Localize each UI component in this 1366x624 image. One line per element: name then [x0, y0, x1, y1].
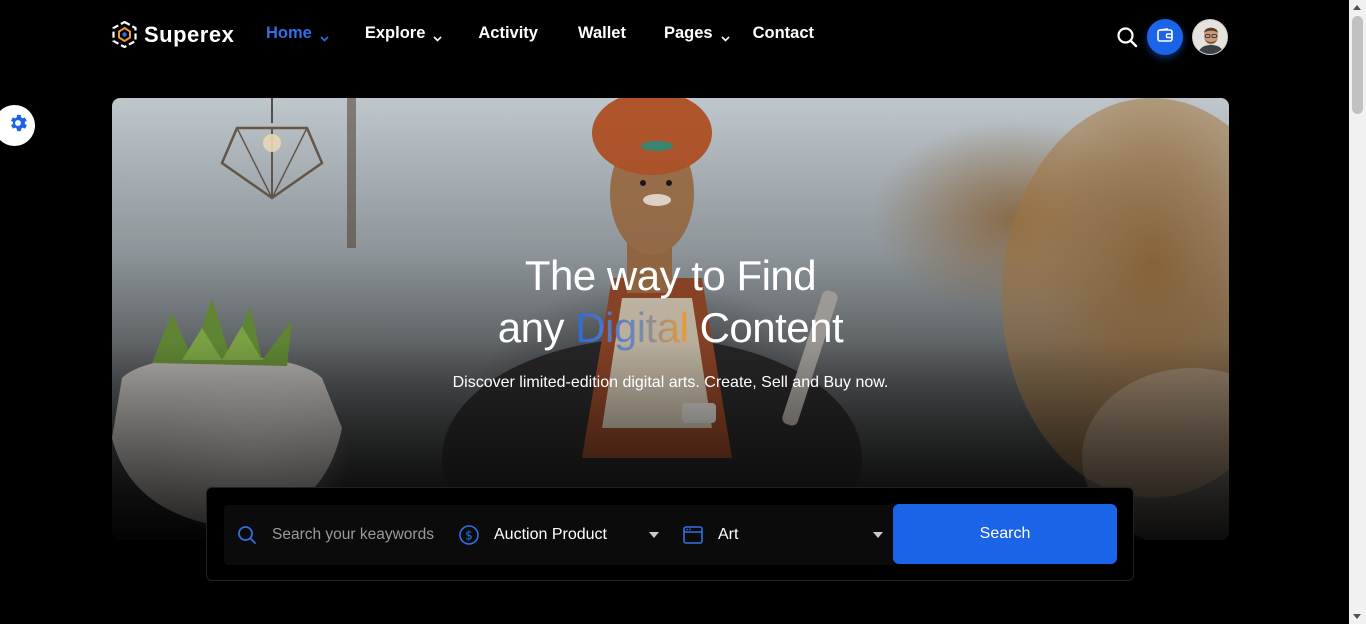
chevron-down-icon — [320, 29, 329, 42]
keyword-search-field[interactable]: Search your keaywords — [236, 505, 434, 565]
nav-wallet[interactable]: Wallet — [578, 24, 626, 43]
wallet-icon — [1157, 27, 1173, 47]
nav-label: Activity — [478, 24, 538, 42]
search-panel: Search your keaywords $ Auction Product … — [206, 487, 1134, 581]
hero-title-line1: The way to Find — [524, 252, 817, 299]
hero-title: The way to Find any Digital Content — [112, 250, 1229, 354]
category-select[interactable]: $ Auction Product — [458, 505, 607, 565]
hero-text: The way to Find any Digital Content Disc… — [112, 250, 1229, 392]
caret-down-icon[interactable] — [649, 532, 659, 538]
dollar-coin-icon: $ — [458, 524, 480, 546]
hero-subtitle: Discover limited-edition digital arts. C… — [452, 374, 889, 391]
nav-label: Pages — [663, 24, 713, 42]
page-scrollbar[interactable] — [1349, 0, 1366, 624]
hero-banner: The way to Find any Digital Content Disc… — [112, 98, 1229, 540]
nav-label: Home — [266, 24, 312, 42]
chevron-down-icon — [721, 29, 730, 42]
chevron-down-icon — [433, 29, 442, 42]
nav-explore[interactable]: Explore — [365, 24, 443, 43]
scrollbar-thumb[interactable] — [1352, 16, 1363, 114]
type-select[interactable]: Art — [682, 505, 738, 565]
hero-title-highlight: Digital — [575, 304, 689, 351]
hexagon-cube-logo-icon — [112, 20, 137, 49]
scroll-down-icon[interactable] — [1353, 614, 1361, 619]
svg-text:$: $ — [465, 529, 473, 543]
user-avatar[interactable] — [1192, 19, 1228, 55]
wallet-button[interactable] — [1147, 19, 1183, 55]
search-icon[interactable] — [1115, 25, 1139, 49]
nav-label: Explore — [364, 24, 426, 42]
nav-pages[interactable]: Pages — [664, 24, 730, 43]
category-value: Auction Product — [494, 526, 607, 543]
header-actions — [1115, 19, 1228, 55]
nav-label: Contact — [752, 24, 815, 42]
browser-window-icon — [682, 524, 704, 546]
settings-toggle[interactable] — [0, 105, 35, 146]
hero-title-suffix: Content — [688, 304, 844, 351]
nav-label: Wallet — [577, 24, 626, 42]
main-nav: Home Explore Activity Wallet Pages Conta… — [266, 24, 850, 43]
nav-contact[interactable]: Contact — [753, 24, 814, 43]
nav-home[interactable]: Home — [266, 24, 329, 43]
hero-title-prefix: any — [497, 304, 576, 351]
nav-activity[interactable]: Activity — [478, 24, 538, 43]
brand-name: Superex — [144, 21, 235, 47]
caret-down-icon[interactable] — [873, 532, 883, 538]
site-header: Superex Home Explore Activity Wallet Pag… — [0, 0, 1344, 70]
search-submit-button[interactable]: Search — [893, 504, 1117, 564]
gear-icon — [7, 112, 29, 139]
search-icon — [236, 524, 258, 546]
type-value: Art — [718, 526, 739, 543]
search-fields: Search your keaywords $ Auction Product … — [224, 505, 894, 565]
brand-logo[interactable]: Superex — [112, 20, 235, 49]
scroll-up-icon[interactable] — [1353, 5, 1361, 10]
keyword-placeholder: Search your keaywords — [272, 526, 434, 543]
